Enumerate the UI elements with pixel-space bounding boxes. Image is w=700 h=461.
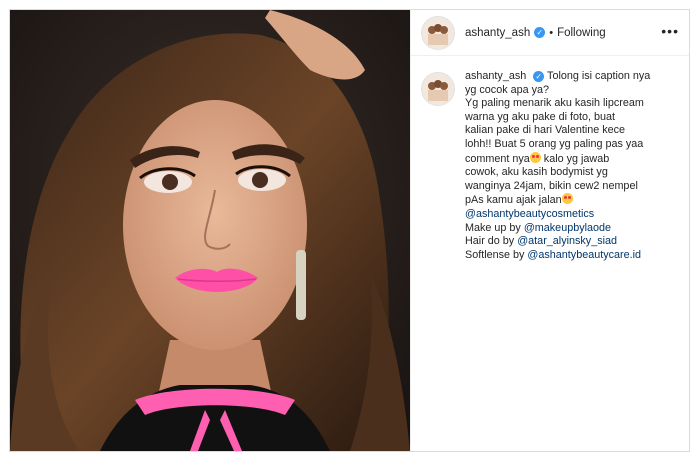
caption-line: warna yg aku pake di foto, buat [465,110,616,123]
caption-line: Tolong isi caption nya [547,70,651,82]
caption-line: Make up by [465,221,524,234]
post-side-panel: ashanty_ash ✓ • Following ••• ashanty_as… [410,10,689,451]
caption-line: kalian pake di hari Valentine kece [465,124,626,137]
caption-line: yg cocok apa ya? [465,83,550,96]
post-photo[interactable] [10,10,410,451]
heart-eyes-emoji-icon [529,151,541,163]
caption-username[interactable]: ashanty_ash [465,70,526,82]
caption-line: lohh!! Buat 5 orang yg paling pas yaa [465,137,644,150]
profile-avatar[interactable] [421,15,455,50]
caption-line: comment nya [465,152,530,165]
caption-comment: ashanty_ash ✓ Tolong isi caption nya yg … [411,56,689,262]
caption-line: Softlense by [465,248,528,261]
caption-line: kalo yg jawab [540,152,610,165]
caption-line: Hair do by [465,235,518,248]
post-header: ashanty_ash ✓ • Following ••• [411,10,689,56]
caption-line: wanginya 24jam, bikin cew2 nempel [465,179,638,192]
verified-badge-icon: ✓ [534,27,546,38]
avatar-image [422,16,454,49]
mention-link[interactable]: @atar_alyinsky_siad [517,235,617,247]
mention-link[interactable]: @ashantybeautycare.id [527,249,641,261]
caption-line: Yg paling menarik aku kasih lipcream [465,97,644,110]
caption-text: ashanty_ash ✓ Tolong isi caption nya yg … [465,70,679,262]
caption-line: cowok, aku kasih bodymist yg [465,166,608,179]
mention-link[interactable]: @makeupbylaode [524,222,611,234]
following-button[interactable]: Following [557,27,606,39]
header-username[interactable]: ashanty_ash [465,27,530,39]
avatar-image [422,73,454,105]
caption-line: pAs kamu ajak jalan [465,194,562,207]
separator-dot: • [549,26,554,39]
mention-link[interactable]: @ashantybeautycosmetics [465,208,679,222]
verified-badge-icon: ✓ [533,70,545,82]
more-options-icon[interactable]: ••• [661,24,679,38]
heart-eyes-emoji-icon [561,193,573,205]
instagram-post-frame: ashanty_ash ✓ • Following ••• ashanty_as… [9,9,690,452]
caption-avatar[interactable] [421,72,455,106]
